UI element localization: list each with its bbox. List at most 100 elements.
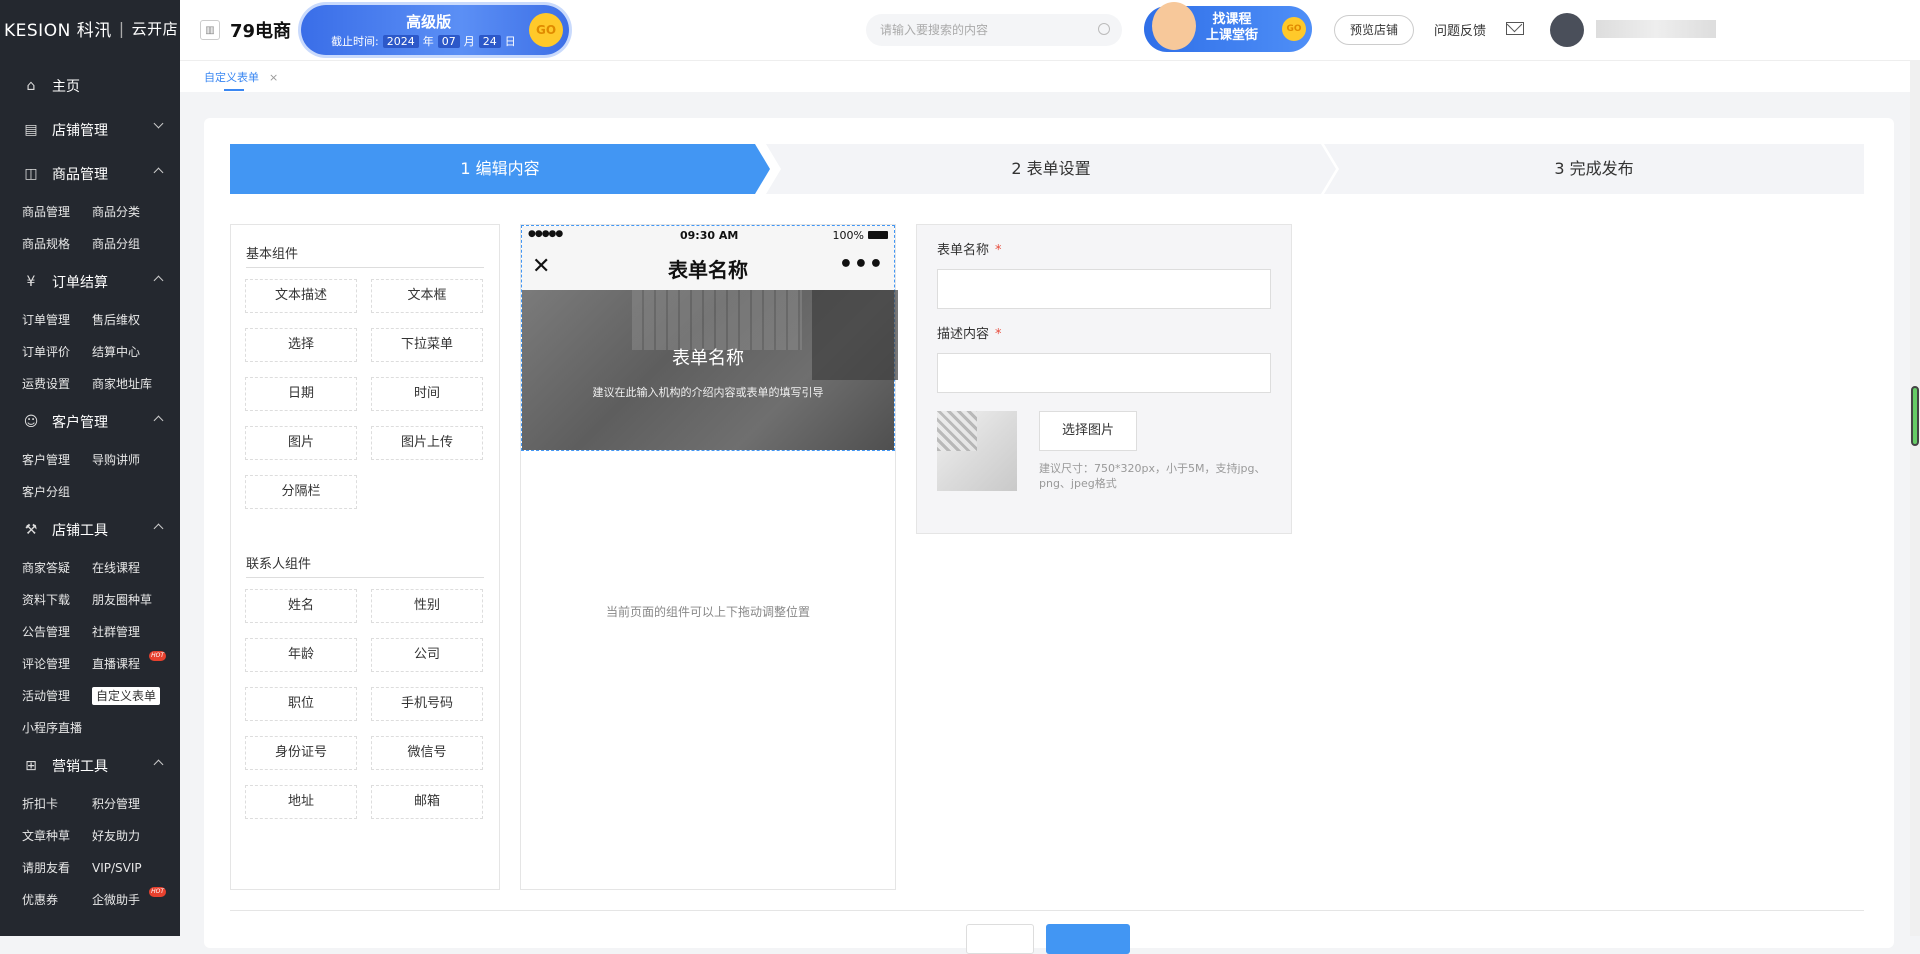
sidebar-subitem[interactable]: 小程序直播 — [22, 712, 92, 744]
component-button[interactable]: 地址 — [245, 785, 357, 819]
component-button[interactable]: 日期 — [245, 377, 357, 411]
next-button[interactable] — [1046, 924, 1130, 954]
component-button[interactable]: 身份证号 — [245, 736, 357, 770]
component-button[interactable]: 图片上传 — [371, 426, 483, 460]
component-button[interactable]: 手机号码 — [371, 687, 483, 721]
component-button[interactable]: 邮箱 — [371, 785, 483, 819]
sidebar-subitem[interactable]: 评论管理 — [22, 648, 92, 680]
header-settings-panel: 表单名称 * 描述内容 * 选择图片 建议尺寸：750*320px，小于5M，支持j… — [916, 224, 1292, 534]
sidebar-subitem[interactable]: 活动管理 — [22, 680, 92, 712]
component-button[interactable]: 公司 — [371, 638, 483, 672]
edition-banner[interactable]: 高级版 截止时间: 2024 年 07 月 24 日 GO — [301, 5, 570, 55]
sidebar-subitem[interactable]: 积分管理 — [92, 788, 182, 820]
sidebar-subitem[interactable]: 商品分类 — [92, 196, 182, 228]
banner-title: 表单名称 — [672, 348, 744, 369]
sidebar-item-store[interactable]: ▤ 店铺管理 — [0, 108, 180, 152]
sidebar-subitem[interactable]: 商品分组 — [92, 228, 182, 260]
choose-image-button[interactable]: 选择图片 — [1039, 411, 1137, 451]
sidebar-subitem[interactable]: 商家答疑 — [22, 552, 92, 584]
user-name-blurred[interactable] — [1596, 20, 1716, 38]
course-promo-banner[interactable]: 找课程 上课堂街 GO — [1144, 2, 1312, 52]
divider — [246, 577, 484, 578]
sidebar-subitem[interactable]: 资料下载 — [22, 584, 92, 616]
sidebar-subitem-live[interactable]: 直播课程 HOT — [92, 648, 182, 680]
promo-go-button[interactable]: GO — [1282, 17, 1306, 41]
close-icon[interactable]: × — [269, 71, 278, 84]
form-name-input[interactable] — [937, 269, 1271, 309]
scrollbar-thumb[interactable] — [1911, 386, 1919, 446]
sidebar-subitem[interactable]: 售后维权 — [92, 304, 182, 336]
component-button[interactable]: 性别 — [371, 589, 483, 623]
brand-logo[interactable]: KESION 科汛 | 云开店 — [0, 0, 180, 56]
sidebar-item-home[interactable]: ⌂ 主页 — [0, 64, 180, 108]
component-button[interactable]: 选择 — [245, 328, 357, 362]
sidebar-subitem[interactable]: 请朋友看 — [22, 852, 92, 884]
cancel-button[interactable] — [966, 924, 1034, 954]
form-header-block[interactable]: ●●●●● 09:30 AM 100% ✕ 表单名称 ••• 表单名称 建议在此… — [521, 225, 898, 451]
step-publish[interactable]: 3 完成发布 — [1324, 144, 1864, 194]
component-button[interactable]: 职位 — [245, 687, 357, 721]
component-button[interactable]: 文本描述 — [245, 279, 357, 313]
sidebar-item-goods[interactable]: ◫ 商品管理 — [0, 152, 180, 196]
sidebar-subitem[interactable]: 折扣卡 — [22, 788, 92, 820]
banner-thumbnail — [937, 411, 1017, 491]
component-button[interactable]: 姓名 — [245, 589, 357, 623]
sidebar-subitem[interactable]: 社群管理 — [92, 616, 182, 648]
sidebar-subitem-custom-form[interactable]: 自定义表单 — [92, 680, 182, 712]
sidebar-subitem[interactable]: 导购讲师 — [92, 444, 182, 476]
page-scrollbar[interactable] — [1910, 60, 1920, 936]
sidebar-subitem[interactable]: 朋友圈种草 — [92, 584, 182, 616]
search-input[interactable]: 请输入要搜索的内容 — [866, 14, 1122, 46]
sidebar-item-customers[interactable]: ☺ 客户管理 — [0, 400, 180, 444]
sidebar-subitem[interactable]: 结算中心 — [92, 336, 182, 368]
orders-submenu: 订单管理 售后维权 订单评价 结算中心 运费设置 商家地址库 — [0, 304, 180, 400]
mail-icon[interactable] — [1506, 22, 1524, 35]
sidebar-subitem[interactable]: 订单管理 — [22, 304, 92, 336]
component-button[interactable]: 分隔栏 — [245, 475, 357, 509]
sidebar-subitem[interactable]: 客户分组 — [22, 476, 92, 508]
sidebar-item-marketing[interactable]: ⊞ 营销工具 — [0, 744, 180, 788]
bag-icon: ◫ — [24, 166, 38, 182]
phone-status-bar: ●●●●● 09:30 AM 100% — [522, 226, 894, 246]
edition-go-button[interactable]: GO — [529, 13, 564, 47]
sidebar-item-orders[interactable]: ¥ 订单结算 — [0, 260, 180, 304]
sidebar-item-label: 店铺工具 — [52, 523, 108, 539]
step-edit-content[interactable]: 1 编辑内容 — [230, 144, 770, 194]
product-name: 云开店 — [131, 19, 179, 38]
drag-hint: 当前页面的组件可以上下拖动调整位置 — [605, 605, 810, 619]
component-button[interactable]: 文本框 — [371, 279, 483, 313]
component-button[interactable]: 微信号 — [371, 736, 483, 770]
hot-badge: HOT — [149, 887, 166, 897]
store-switch-icon[interactable]: ▥ — [200, 20, 220, 40]
tab-custom-form[interactable]: 自定义表单 × — [204, 69, 278, 91]
search-icon[interactable] — [1098, 23, 1110, 35]
sidebar-subitem[interactable]: 文章种草 — [22, 820, 92, 852]
sidebar-item-label: 订单结算 — [52, 275, 108, 291]
component-button[interactable]: 图片 — [245, 426, 357, 460]
customers-submenu: 客户管理 导购讲师 客户分组 — [0, 444, 180, 508]
sidebar-subitem[interactable]: 商家地址库 — [92, 368, 182, 400]
preview-store-button[interactable]: 预览店铺 — [1334, 15, 1414, 45]
logo-separator: | — [118, 18, 125, 38]
sidebar-subitem[interactable]: 运费设置 — [22, 368, 92, 400]
sidebar-subitem[interactable]: 在线课程 — [92, 552, 182, 584]
sidebar-subitem-wecom[interactable]: 企微助手 HOT — [92, 884, 182, 916]
step-form-settings[interactable]: 2 表单设置 — [766, 144, 1336, 194]
sidebar-subitem[interactable]: 公告管理 — [22, 616, 92, 648]
sidebar-subitem[interactable]: 商品管理 — [22, 196, 92, 228]
sidebar-subitem[interactable]: 客户管理 — [22, 444, 92, 476]
desc-input[interactable] — [937, 353, 1271, 393]
component-button[interactable]: 时间 — [371, 377, 483, 411]
sidebar-item-tools[interactable]: ⚒ 店铺工具 — [0, 508, 180, 552]
feedback-link[interactable]: 问题反馈 — [1434, 20, 1486, 39]
store-icon: ▤ — [24, 122, 38, 138]
home-icon: ⌂ — [26, 78, 36, 94]
sidebar-subitem[interactable]: 优惠券 — [22, 884, 92, 916]
sidebar-subitem[interactable]: 商品规格 — [22, 228, 92, 260]
sidebar-subitem[interactable]: 好友助力 — [92, 820, 182, 852]
avatar[interactable] — [1550, 13, 1584, 47]
component-button[interactable]: 下拉菜单 — [371, 328, 483, 362]
sidebar-subitem[interactable]: VIP/SVIP — [92, 852, 182, 884]
sidebar-subitem[interactable]: 订单评价 — [22, 336, 92, 368]
component-button[interactable]: 年龄 — [245, 638, 357, 672]
